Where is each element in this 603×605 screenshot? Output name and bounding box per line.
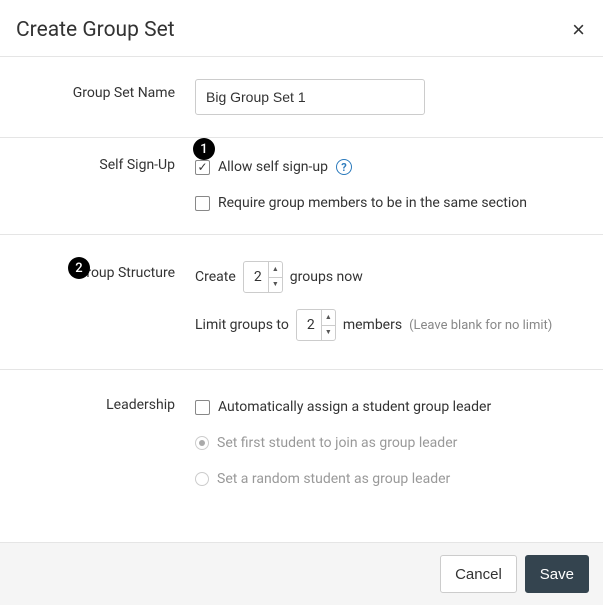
self-sign-up-label: Self Sign-Up bbox=[99, 157, 175, 173]
modal-title: Create Group Set bbox=[16, 18, 175, 42]
save-button[interactable]: Save bbox=[525, 555, 589, 593]
limit-groups-value: 2 bbox=[297, 310, 321, 340]
limit-groups-hint: (Leave blank for no limit) bbox=[409, 318, 552, 333]
random-student-leader-radio bbox=[195, 472, 209, 486]
group-set-name-input[interactable] bbox=[195, 79, 425, 115]
random-student-leader-label: Set a random student as group leader bbox=[217, 471, 450, 487]
modal-footer: Cancel Save bbox=[0, 542, 603, 605]
section-group-structure: Group Structure 2 Create 2 ▲ ▼ groups no… bbox=[0, 235, 603, 370]
create-groups-suffix: groups now bbox=[290, 269, 363, 285]
chevron-up-icon[interactable]: ▲ bbox=[322, 310, 335, 326]
same-section-checkbox[interactable] bbox=[195, 196, 210, 211]
annotation-badge-1: 1 bbox=[193, 138, 215, 160]
chevron-down-icon[interactable]: ▼ bbox=[322, 326, 335, 341]
section-self-sign-up: Self Sign-Up 1 Allow self sign-up ? Requ… bbox=[0, 138, 603, 235]
create-group-set-modal: Create Group Set × Group Set Name Self S… bbox=[0, 0, 603, 512]
first-student-leader-label: Set first student to join as group leade… bbox=[217, 435, 457, 451]
first-student-leader-radio bbox=[195, 436, 209, 450]
annotation-badge-2: 2 bbox=[68, 257, 90, 279]
modal-header: Create Group Set × bbox=[0, 0, 603, 57]
group-structure-label: Group Structure bbox=[77, 265, 175, 281]
allow-self-sign-up-label: Allow self sign-up bbox=[218, 159, 328, 175]
limit-groups-stepper[interactable]: 2 ▲ ▼ bbox=[296, 309, 336, 341]
group-set-name-label: Group Set Name bbox=[0, 79, 195, 115]
stepper-controls: ▲ ▼ bbox=[321, 310, 335, 340]
create-groups-prefix: Create bbox=[195, 269, 236, 285]
stepper-controls: ▲ ▼ bbox=[268, 262, 282, 292]
same-section-label: Require group members to be in the same … bbox=[218, 195, 527, 211]
help-icon[interactable]: ? bbox=[336, 159, 352, 175]
allow-self-sign-up-checkbox[interactable] bbox=[195, 160, 210, 175]
cancel-button[interactable]: Cancel bbox=[440, 555, 517, 593]
close-icon[interactable]: × bbox=[572, 19, 585, 41]
section-leadership: Leadership Automatically assign a studen… bbox=[0, 370, 603, 512]
create-groups-stepper[interactable]: 2 ▲ ▼ bbox=[243, 261, 283, 293]
chevron-up-icon[interactable]: ▲ bbox=[269, 262, 282, 278]
create-groups-value: 2 bbox=[244, 262, 268, 292]
auto-assign-leader-checkbox[interactable] bbox=[195, 400, 210, 415]
auto-assign-leader-label: Automatically assign a student group lea… bbox=[218, 399, 491, 415]
section-group-set-name: Group Set Name bbox=[0, 57, 603, 138]
leadership-label: Leadership bbox=[106, 397, 175, 413]
chevron-down-icon[interactable]: ▼ bbox=[269, 278, 282, 293]
limit-groups-prefix: Limit groups to bbox=[195, 317, 289, 333]
limit-groups-suffix: members bbox=[343, 317, 402, 333]
